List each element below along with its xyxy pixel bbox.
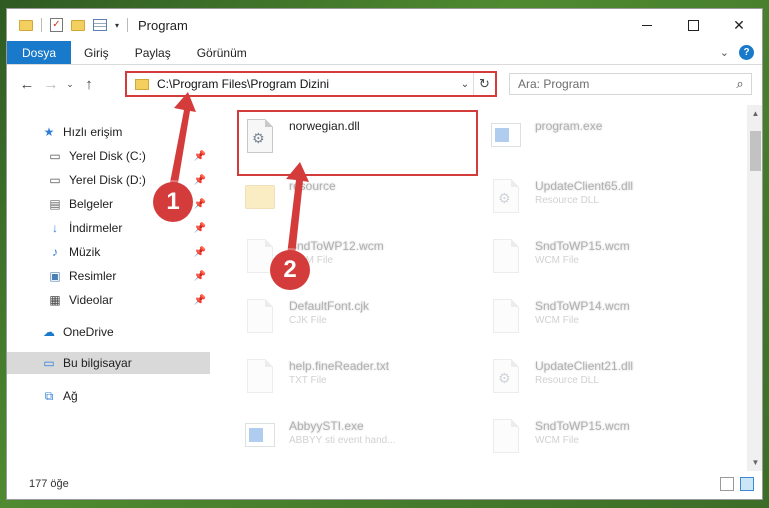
step-badge-2: 2 bbox=[270, 250, 310, 290]
step-badge-1: 1 bbox=[153, 182, 193, 222]
arrow-step1-icon bbox=[168, 92, 309, 256]
arrow-step1-shape bbox=[168, 92, 196, 195]
arrow-step2-shape bbox=[286, 162, 309, 256]
